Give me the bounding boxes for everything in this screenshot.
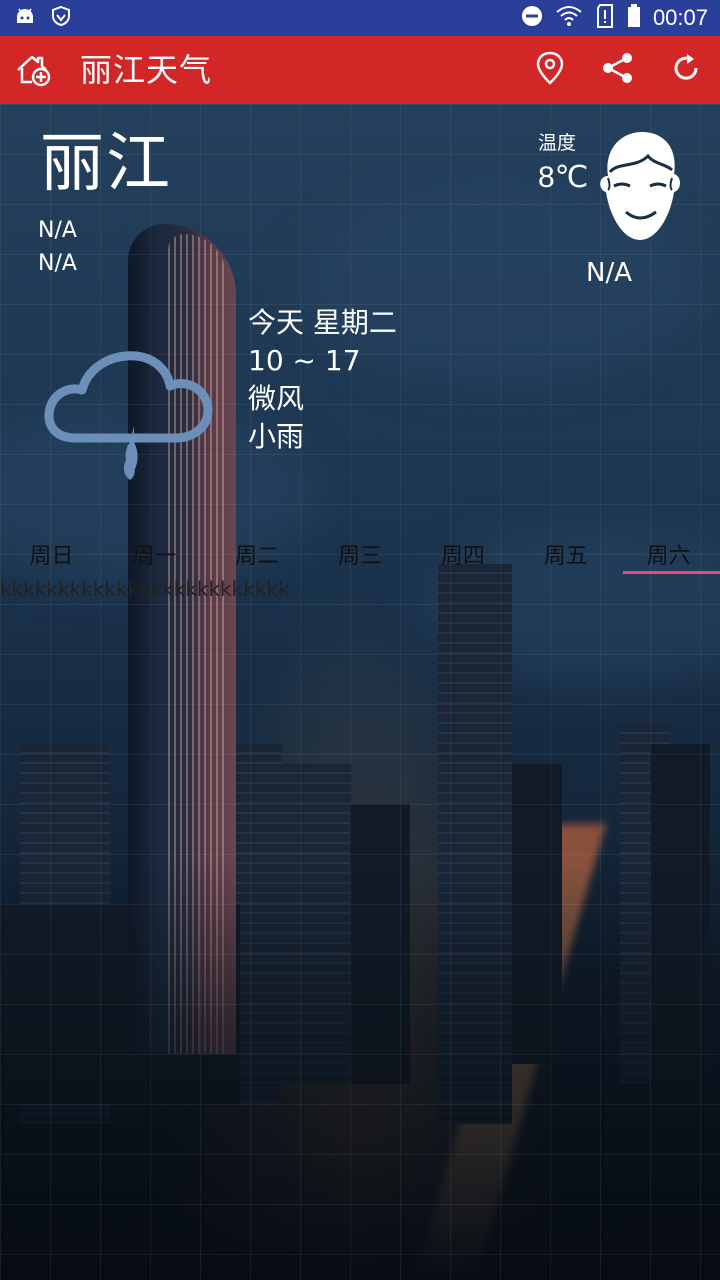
info-line-2: N/A xyxy=(38,251,77,276)
temperature-label: 温度 xyxy=(538,132,577,154)
status-time: 00:07 xyxy=(652,5,708,30)
face-status: N/A xyxy=(586,258,632,288)
share-icon xyxy=(601,51,635,89)
add-home-icon xyxy=(14,55,54,94)
info-line-1: N/A xyxy=(38,218,77,243)
android-icon xyxy=(14,5,36,31)
tab-tuesday[interactable]: 周二 xyxy=(206,540,309,574)
today-forecast: 今天 星期二 10 ~ 17 微风 小雨 xyxy=(248,304,397,456)
today-day: 今天 星期二 xyxy=(248,306,397,339)
tab-thursday[interactable]: 周四 xyxy=(411,540,514,574)
today-condition: 小雨 xyxy=(248,420,305,453)
do-not-disturb-icon xyxy=(521,5,543,31)
today-wind: 微风 xyxy=(248,382,305,415)
status-bar: 00:07 xyxy=(0,0,720,36)
refresh-icon xyxy=(670,52,702,88)
tab-sunday[interactable]: 周日 xyxy=(0,540,103,574)
sim-alert-icon xyxy=(595,4,615,32)
temperature-value: 8℃ xyxy=(538,161,589,194)
app-bar: 丽江天气 xyxy=(0,36,720,104)
face-icon xyxy=(596,128,684,246)
wifi-icon xyxy=(555,5,583,31)
app-title: 丽江天气 xyxy=(80,51,213,89)
tab-friday[interactable]: 周五 xyxy=(514,540,617,574)
refresh-button[interactable] xyxy=(666,50,706,90)
shield-icon xyxy=(50,5,72,31)
share-button[interactable] xyxy=(598,50,638,90)
tab-wednesday[interactable]: 周三 xyxy=(309,540,412,574)
location-button[interactable] xyxy=(530,50,570,90)
battery-icon xyxy=(627,4,641,32)
rain-cloud-icon xyxy=(40,342,216,494)
tab-saturday[interactable]: 周六 xyxy=(617,540,720,574)
tab-content-text: kkkkkkkkkkkkkkkkkkkkkkkkk xyxy=(0,577,290,601)
today-temperature-range: 10 ~ 17 xyxy=(248,344,361,377)
tab-monday[interactable]: 周一 xyxy=(103,540,206,574)
week-tabs: 周日 周一 周二 周三 周四 周五 周六 xyxy=(0,540,720,574)
location-pin-icon xyxy=(535,51,565,89)
city-name: 丽江 xyxy=(40,127,172,201)
add-home-button[interactable] xyxy=(14,50,54,90)
